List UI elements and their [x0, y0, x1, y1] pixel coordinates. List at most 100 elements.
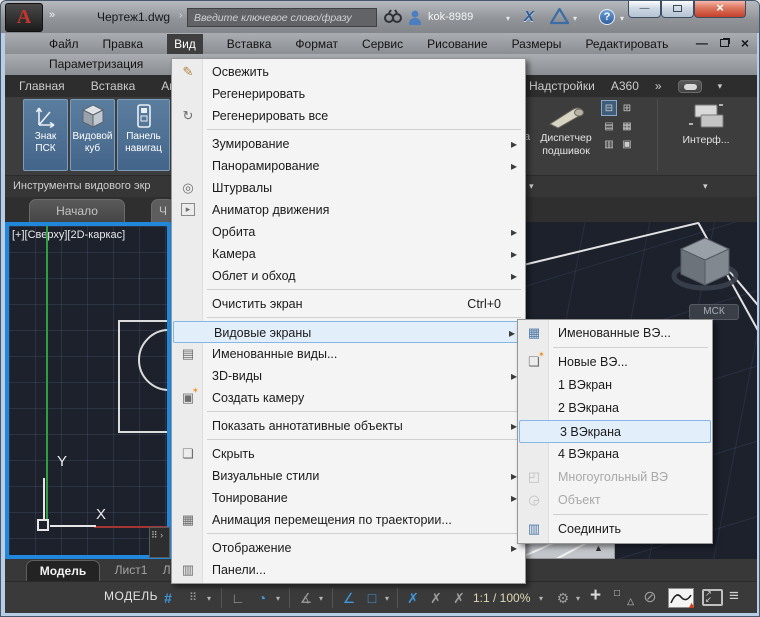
viewport-controls-label[interactable]: [+][Сверху][2D-каркас] [12, 229, 125, 241]
calculator-icon[interactable]: ▦ [619, 118, 635, 134]
submenu-item-1-viewport[interactable]: 1 ВЭкран [518, 374, 712, 397]
object-snap-icon[interactable]: □ [361, 587, 383, 609]
submenu-item-new-viewports[interactable]: ❏ ✶ Новые ВЭ... [518, 350, 712, 374]
add-statusbar-item-button[interactable]: + [590, 585, 601, 607]
fullscreen-icon[interactable]: ↗ ↙ [702, 589, 723, 606]
menu-tools[interactable]: Сервис [362, 37, 403, 51]
exchange-apps-icon[interactable]: X [524, 8, 534, 25]
scale-caret-icon[interactable]: ▾ [539, 594, 543, 603]
dynamic-input-icon[interactable]: ∠ [338, 587, 360, 609]
polar-tracking-icon[interactable]: ◔ [251, 587, 273, 609]
grid-display-icon[interactable]: ⠿ [182, 587, 204, 609]
help-caret-icon[interactable]: ▾ [620, 14, 624, 23]
a360-logo-icon[interactable] [549, 6, 570, 30]
minimize-button[interactable]: — [628, 1, 661, 18]
menu-item-motion-path[interactable]: ▦ Анимация перемещения по траектории... [172, 509, 525, 531]
search-input[interactable] [187, 8, 377, 27]
menu-item-walk-fly[interactable]: Облет и обход ▸ [172, 265, 525, 287]
wcs-dropdown[interactable]: МСК [689, 304, 739, 320]
submenu-item-join-viewports[interactable]: ▥ Соединить [518, 518, 712, 541]
menu-item-visual-styles[interactable]: Визуальные стили ▸ [172, 465, 525, 487]
interface-panel-caret-icon[interactable]: ▾ [703, 181, 708, 192]
menu-item-render[interactable]: Тонирование ▸ [172, 487, 525, 509]
ribbon-tab-insert[interactable]: Вставка [91, 79, 136, 93]
menu-format[interactable]: Формат [295, 37, 338, 51]
sheet-set-manager-button[interactable]: Диспетчер подшивок [532, 99, 600, 171]
menu-item-show-annotative[interactable]: Показать аннотативные объекты ▸ [172, 415, 525, 437]
annotation-scale-icon[interactable]: ✗ [448, 587, 470, 609]
menu-item-regen[interactable]: Регенерировать [172, 83, 525, 105]
menu-item-named-views[interactable]: ▤ Именованные виды... [172, 343, 525, 365]
doc-minimize-button[interactable]: — [696, 36, 708, 50]
menu-item-regen-all[interactable]: ↻ Регенерировать все [172, 105, 525, 127]
sheet-list-icon[interactable]: ▥ [601, 136, 617, 152]
ribbon-cloud-button[interactable] [677, 79, 702, 93]
model-space-label[interactable]: МОДЕЛЬ [104, 589, 158, 603]
polar-caret-icon[interactable]: ▾ [276, 594, 280, 603]
viewport-handle[interactable]: ⠿ › [149, 527, 170, 558]
menu-draw[interactable]: Рисование [427, 37, 487, 51]
snap-mode-icon[interactable]: # [157, 587, 179, 609]
menu-insert[interactable]: Вставка [227, 37, 272, 51]
doc-restore-button[interactable] [719, 39, 729, 47]
performance-graph-icon[interactable]: ▲ [668, 588, 696, 610]
menu-item-clean-screen[interactable]: Очистить экран Ctrl+0 [172, 293, 525, 315]
menu-item-orbit[interactable]: Орбита ▸ [172, 221, 525, 243]
maximize-button[interactable] [661, 1, 694, 18]
clipboard-icon[interactable]: ▣ [619, 136, 635, 152]
menu-item-viewports[interactable]: Видовые экраны ▸ [173, 321, 524, 343]
menu-item-camera[interactable]: Камера ▸ [172, 243, 525, 265]
menu-dimensions[interactable]: Размеры [512, 37, 562, 51]
scroll-up-icon[interactable]: ▲ [594, 543, 603, 553]
menu-modify[interactable]: Редактировать [585, 37, 668, 51]
ribbon-expand-button[interactable]: » [655, 79, 662, 93]
menu-item-redraw[interactable]: ✎ Освежить [172, 61, 525, 83]
dyn-caret-icon[interactable]: ▾ [385, 594, 389, 603]
menu-item-zoom[interactable]: Зумирование ▸ [172, 133, 525, 155]
a360-caret-icon[interactable]: ▾ [573, 14, 577, 23]
signed-in-user[interactable]: kok-8989 [428, 11, 473, 23]
ribbon-tab-a360[interactable]: A360 [611, 79, 639, 93]
view-cube[interactable] [669, 230, 741, 300]
publish-icon[interactable]: ⊞ [619, 100, 635, 116]
menu-item-pan[interactable]: Панорамирование ▸ [172, 155, 525, 177]
gear-caret-icon[interactable]: ▾ [576, 594, 580, 603]
palette-stack-icon[interactable]: ▤ [601, 118, 617, 134]
plot-icon[interactable]: ⊟ [601, 100, 617, 116]
binoculars-search-icon[interactable] [384, 9, 402, 29]
help-button[interactable]: ? [599, 9, 615, 25]
menu-parametric[interactable]: Параметризация [49, 57, 143, 71]
interface-button[interactable]: Интерф... [663, 99, 749, 171]
customization-menu-icon[interactable]: ≡ [729, 586, 739, 606]
tab-model[interactable]: Модель [26, 560, 100, 581]
ribbon-tab-addins[interactable]: Надстройки [529, 79, 595, 93]
submenu-item-named-viewports[interactable]: ▦ Именованные ВЭ... [518, 322, 712, 345]
isolate-objects-icon[interactable]: □ △ [614, 588, 634, 607]
scale-indicator[interactable]: 1:1 / 100% [473, 591, 530, 605]
ribbon-tab-home[interactable]: Главная [19, 79, 65, 93]
osnap-caret-icon[interactable]: ▾ [319, 594, 323, 603]
close-button[interactable]: × [694, 1, 746, 18]
menu-item-3d-views[interactable]: 3D-виды ▸ [172, 365, 525, 387]
menu-item-create-camera[interactable]: ▣ ✶ Создать камеру [172, 386, 525, 409]
menu-file[interactable]: Файл [49, 37, 79, 51]
ortho-mode-icon[interactable]: ∟ [227, 587, 249, 609]
menu-item-toolbars[interactable]: ▥ Панели... [172, 559, 525, 581]
palettes-panel-caret-icon[interactable]: ▾ [529, 181, 534, 192]
object-snap-tracking-icon[interactable]: ∡ [295, 587, 317, 609]
submenu-item-3-viewports[interactable]: 3 ВЭкрана [519, 420, 711, 443]
menu-item-hide[interactable]: ❏ Скрыть [172, 443, 525, 465]
snap-caret-icon[interactable]: ▾ [207, 594, 211, 603]
menu-item-steeringwheels[interactable]: ◎ Штурвалы [172, 177, 525, 199]
quick-access-expand-button[interactable]: » [49, 9, 55, 21]
annotation-visibility-icon[interactable]: ✗ [402, 587, 424, 609]
submenu-item-2-viewports[interactable]: 2 ВЭкрана [518, 397, 712, 420]
ucs-icon-button[interactable]: Знак ПСК [23, 99, 68, 171]
submenu-item-4-viewports[interactable]: 4 ВЭкрана [518, 443, 712, 466]
tab-layout1[interactable]: Лист1 [104, 560, 158, 581]
menu-edit[interactable]: Правка [103, 37, 144, 51]
user-menu-caret-icon[interactable]: ▾ [506, 14, 510, 23]
menu-item-display[interactable]: Отображение ▸ [172, 537, 525, 559]
clean-screen-icon[interactable]: ⊘ [639, 587, 661, 609]
navigation-bar-button[interactable]: Панель навигац [117, 99, 170, 171]
